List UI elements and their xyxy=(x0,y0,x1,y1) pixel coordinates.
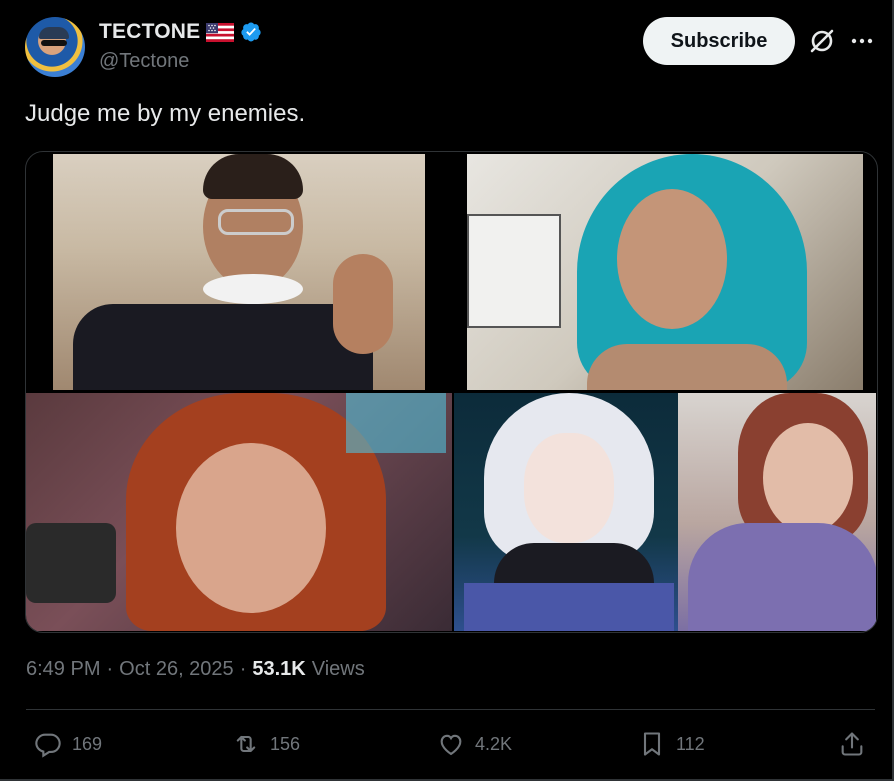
author-handle[interactable]: @Tectone xyxy=(99,50,189,73)
author-name-row: TECTONE xyxy=(99,20,262,44)
views-count: 53.1K xyxy=(252,658,306,680)
bookmark-count: 112 xyxy=(676,733,705,754)
heart-icon xyxy=(440,734,462,756)
like-count: 4.2K xyxy=(475,733,513,754)
photo-purple-shirt[interactable] xyxy=(678,393,876,631)
post-time[interactable]: 6:49 PM xyxy=(26,658,100,681)
reply-icon xyxy=(35,733,61,758)
author-avatar[interactable] xyxy=(25,17,85,77)
author-name[interactable]: TECTONE xyxy=(99,20,200,44)
verified-badge-icon[interactable] xyxy=(240,21,262,43)
like-button[interactable]: 4.2K xyxy=(437,730,512,758)
media-grid[interactable] xyxy=(25,151,878,633)
more-options-icon[interactable] xyxy=(848,30,876,52)
photo-red-hair[interactable] xyxy=(26,393,452,631)
photo-maid-costume[interactable] xyxy=(53,154,425,390)
photo-anime-avatar[interactable] xyxy=(454,393,678,631)
bookmark-button[interactable]: 112 xyxy=(638,730,705,758)
tweet-text: Judge me by my enemies. xyxy=(25,100,306,127)
repost-button[interactable]: 156 xyxy=(232,730,300,758)
repost-icon xyxy=(236,735,256,753)
reply-count: 169 xyxy=(72,733,103,754)
share-button[interactable] xyxy=(838,730,866,758)
post-date[interactable]: Oct 26, 2025 xyxy=(119,658,234,681)
photo-teal-wig[interactable] xyxy=(467,154,863,390)
bookmark-icon xyxy=(643,732,661,756)
views-label: Views xyxy=(311,658,365,680)
repost-count: 156 xyxy=(270,733,301,754)
subscribe-button[interactable]: Subscribe xyxy=(643,17,795,65)
reply-button[interactable]: 169 xyxy=(34,730,102,758)
tweet-meta: 6:49 PM · Oct 26, 2025 · 53.1K Views xyxy=(26,658,365,681)
separator: · xyxy=(239,658,247,680)
grok-icon[interactable] xyxy=(808,27,836,55)
divider xyxy=(26,709,875,710)
share-icon xyxy=(841,732,863,756)
us-flag-icon xyxy=(206,22,235,42)
separator: · xyxy=(106,658,114,680)
